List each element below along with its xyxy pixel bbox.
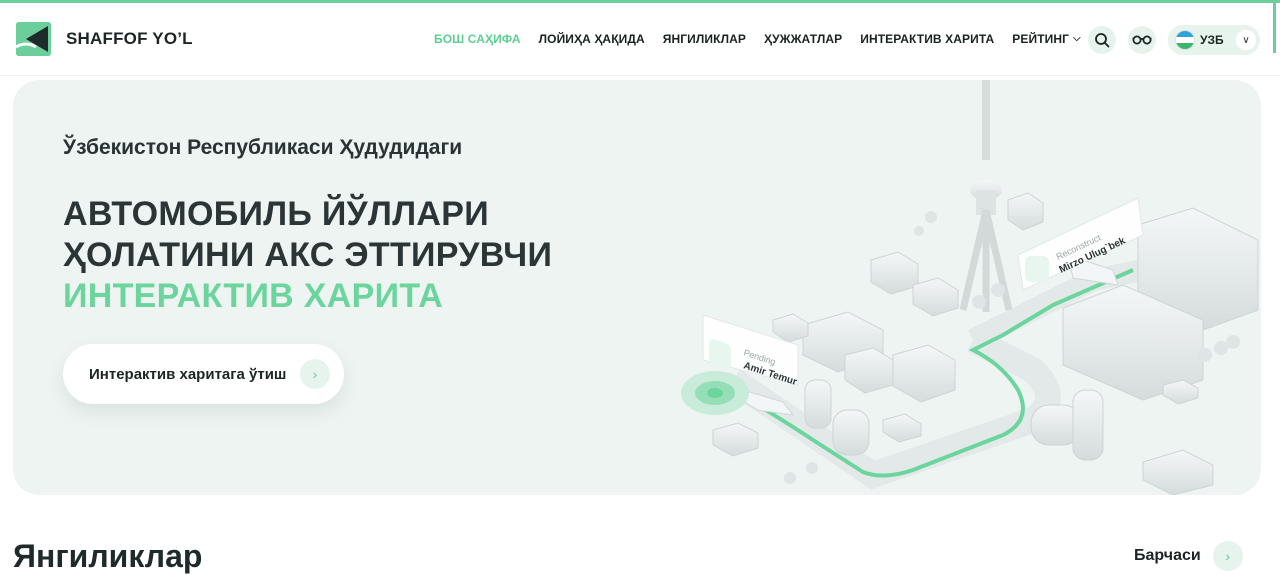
open-map-button-label: Интерактив харитага ўтиш (89, 365, 287, 383)
chevron-right-icon: › (300, 359, 330, 389)
hero-title-line-1: АВТОМОБИЛЬ ЙЎЛЛАРИ (63, 195, 489, 233)
nav-item-rating-label: РЕЙТИНГ (1012, 32, 1070, 46)
chevron-down-icon: ⌵ (1073, 32, 1081, 44)
hero-title: АВТОМОБИЛЬ ЙЎЛЛАРИ ҲОЛАТИНИ АКС ЭТТИРУВЧ… (63, 194, 552, 317)
brand-name: SHAFFOF YO’L (66, 29, 193, 48)
accessibility-button[interactable] (1128, 26, 1156, 54)
language-code: УЗБ (1200, 33, 1224, 47)
hero-title-line-3: ИНТЕРАКТИВ ХАРИТА (63, 277, 444, 315)
top-accent-line (0, 0, 1280, 3)
hero-banner: Ўзбекистон Республикаси Ҳудудидаги АВТОМ… (13, 80, 1261, 495)
site-header: SHAFFOF YO’L БОШ САҲИФА ЛОЙИҲА ҲАҚИДА ЯН… (0, 5, 1280, 76)
view-all-news-link[interactable]: Барчаси › (1134, 541, 1243, 571)
brand-logo[interactable]: SHAFFOF YO’L (12, 21, 193, 57)
search-button[interactable] (1088, 26, 1116, 54)
uzbekistan-flag-icon (1176, 31, 1194, 49)
logo-icon (15, 22, 51, 56)
nav-item-documents[interactable]: ҲУЖЖАТЛАР (764, 32, 842, 46)
news-section-title: Янгиликлар (13, 538, 203, 574)
nav-item-about[interactable]: ЛОЙИҲА ҲАҚИДА (539, 32, 645, 46)
chevron-right-icon: › (1212, 541, 1243, 571)
nav-item-interactive-map[interactable]: ИНТЕРАКТИВ ХАРИТА (860, 32, 994, 46)
search-icon (1095, 33, 1110, 48)
hero-title-line-2: ҲОЛАТИНИ АКС ЭТТИРУВЧИ (63, 236, 553, 274)
open-map-button[interactable]: Интерактив харитага ўтиш › (63, 344, 344, 404)
language-selector[interactable]: УЗБ ∨ (1168, 25, 1260, 55)
nav-item-news[interactable]: ЯНГИЛИКЛАР (663, 32, 746, 46)
hero-subtitle: Ўзбекистон Республикаси Ҳудудидаги (63, 136, 463, 159)
nav-item-home[interactable]: БОШ САҲИФА (434, 32, 521, 46)
main-nav: БОШ САҲИФА ЛОЙИҲА ҲАҚИДА ЯНГИЛИКЛАР ҲУЖЖ… (434, 32, 1081, 46)
glasses-icon (1132, 35, 1152, 45)
chevron-down-icon: ∨ (1236, 30, 1256, 50)
view-all-label: Барчаси (1134, 547, 1201, 564)
city-illustration: Pending Amir Temur Reconstruct Mirzo Ulu… (681, 80, 1259, 495)
nav-item-rating[interactable]: РЕЙТИНГ ⌵ (1012, 32, 1080, 46)
